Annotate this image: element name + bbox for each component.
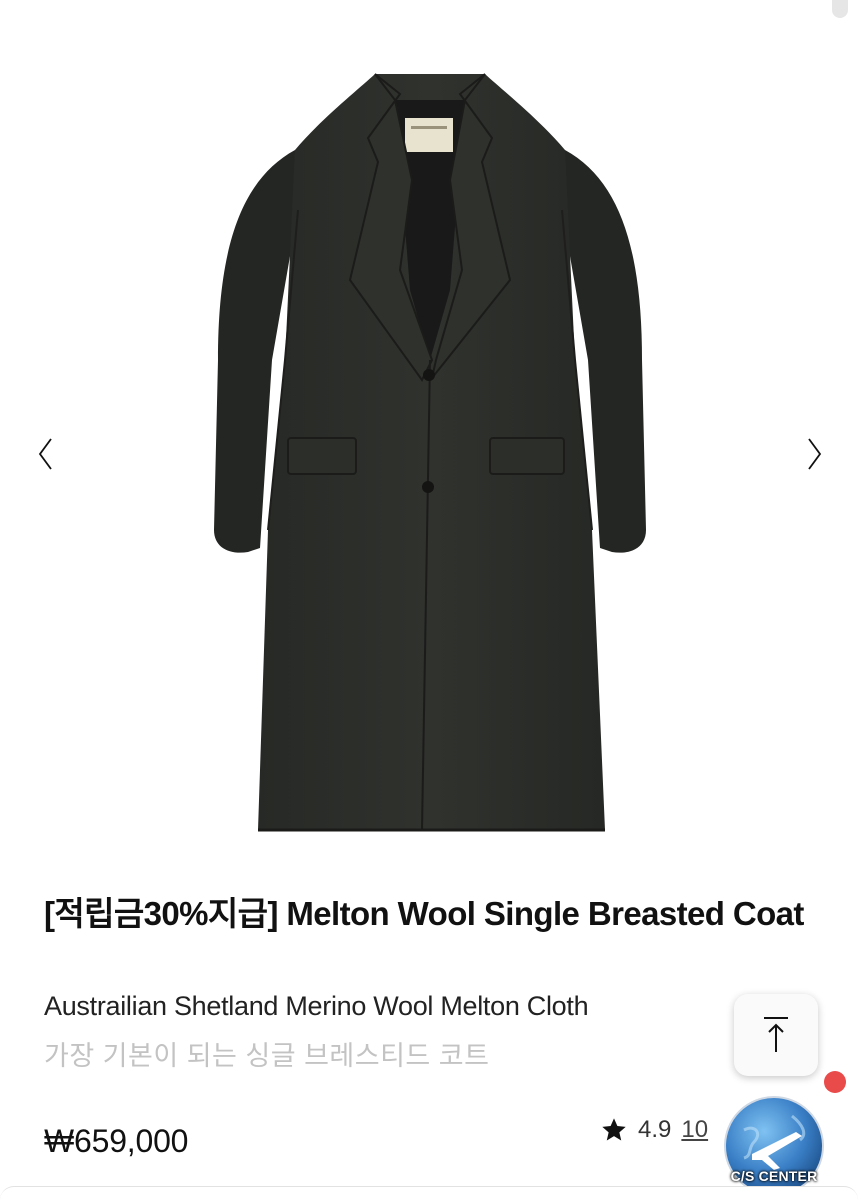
- product-image-gallery[interactable]: [0, 0, 858, 868]
- product-title: [적립금30%지급] Melton Wool Single Breasted C…: [44, 895, 804, 932]
- notification-dot: [824, 1071, 846, 1093]
- scroll-to-top-button[interactable]: [734, 994, 818, 1076]
- product-subtitle: Austrailian Shetland Merino Wool Melton …: [44, 991, 589, 1021]
- product-price: ₩659,000: [44, 1123, 189, 1159]
- gallery-prev-button[interactable]: [30, 432, 60, 476]
- gallery-next-button[interactable]: [800, 432, 830, 476]
- bottom-sheet-edge: [0, 1186, 858, 1200]
- rating-summary: 4.9 10: [600, 1116, 708, 1144]
- star-icon: [602, 1118, 626, 1141]
- coat-image: [214, 73, 646, 832]
- cs-center-button[interactable]: C/S CENTER: [722, 1094, 826, 1198]
- arrow-up-to-top-icon: [764, 1017, 788, 1052]
- chevron-right-icon: [808, 438, 822, 470]
- product-description: 가장 기본이 되는 싱글 브레스티드 코트: [44, 1041, 490, 1071]
- chevron-left-icon: [38, 438, 52, 470]
- review-count-link[interactable]: 10: [681, 1116, 708, 1144]
- cs-center-label: C/S CENTER: [730, 1168, 818, 1184]
- rating-value: 4.9: [638, 1116, 672, 1143]
